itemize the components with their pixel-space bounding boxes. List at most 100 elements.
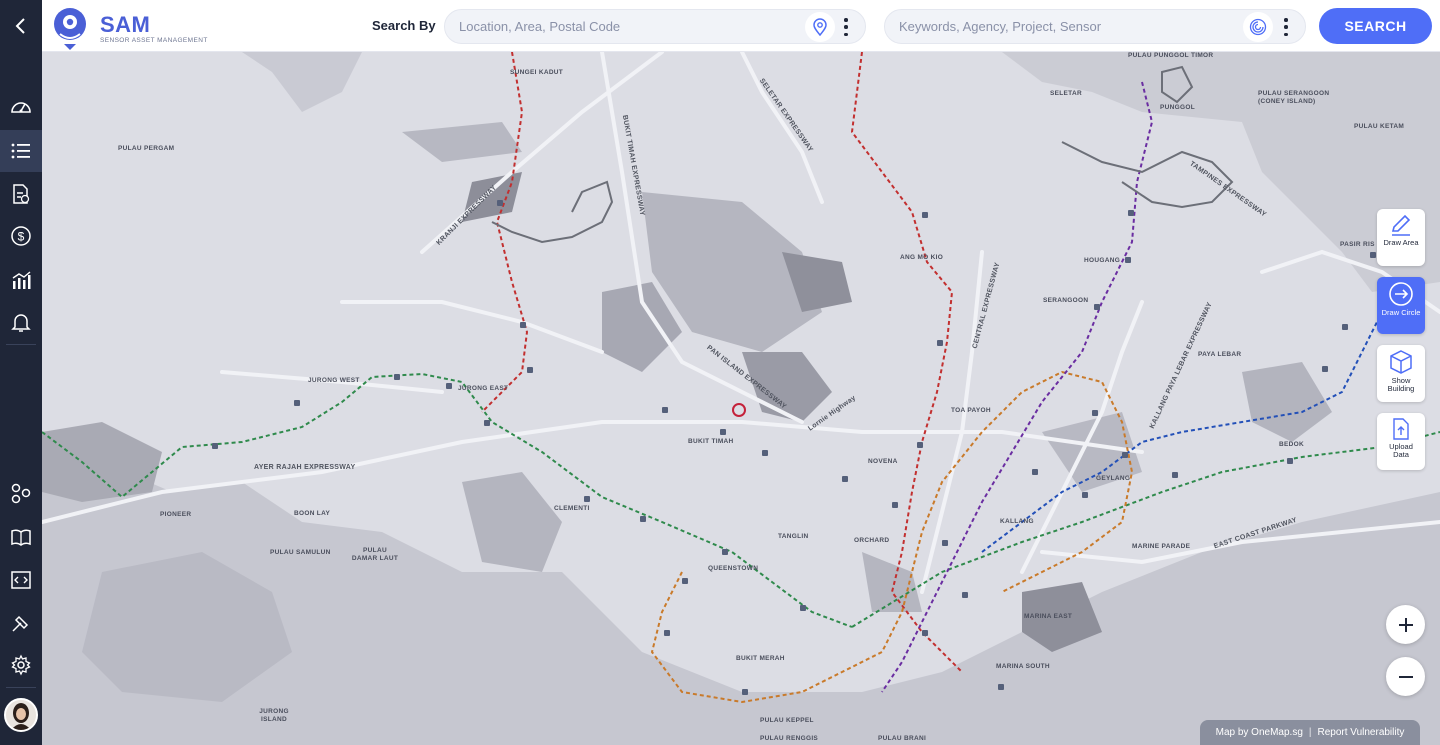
logo-subtitle: SENSOR ASSET MANAGEMENT xyxy=(100,37,208,44)
zoom-in-button[interactable] xyxy=(1386,605,1425,644)
location-pin-button[interactable] xyxy=(805,12,835,42)
chevron-left-icon xyxy=(15,18,25,34)
app-logo[interactable]: SAM SENSOR ASSET MANAGEMENT xyxy=(52,6,242,50)
sensor-filter-button[interactable] xyxy=(1243,12,1273,42)
map-label: PASIR RIS xyxy=(1340,241,1375,248)
map-label: MARINA EAST xyxy=(1024,613,1073,620)
keyword-more-button[interactable] xyxy=(1281,18,1291,36)
sidebar-item-list[interactable] xyxy=(0,130,42,172)
keyword-search-input[interactable] xyxy=(899,10,1239,43)
map-label: PULAU PUNGGOL TIMOR xyxy=(1128,52,1214,59)
sidebar-item-settings[interactable] xyxy=(0,644,42,686)
upload-data-label: Upload Data xyxy=(1389,442,1413,459)
circle-arrow-icon xyxy=(1389,282,1413,306)
map-canvas[interactable]: SUNGEI KADUT PULAU PERGAM KRANJI EXPRESS… xyxy=(42,52,1440,745)
upload-data-button[interactable]: Upload Data xyxy=(1377,413,1425,470)
map-label: BUKIT MERAH xyxy=(736,655,785,662)
map-label: NOVENA xyxy=(868,458,898,465)
book-icon xyxy=(11,529,31,546)
map-label: PULAU BRANI xyxy=(878,735,927,742)
sidebar-item-analytics[interactable] xyxy=(0,259,42,301)
user-avatar[interactable] xyxy=(4,698,38,732)
draw-circle-button[interactable]: Draw Circle xyxy=(1377,277,1425,334)
map-label: PULAU KEPPEL xyxy=(760,717,814,724)
bell-icon xyxy=(11,314,31,332)
map-label: CLEMENTI xyxy=(554,505,590,512)
top-header: SAM SENSOR ASSET MANAGEMENT Search By SE… xyxy=(42,0,1440,52)
location-search-input[interactable] xyxy=(459,10,799,43)
cube-icon xyxy=(1390,350,1412,374)
map-base-layer xyxy=(42,52,1440,745)
integrations-icon xyxy=(11,483,31,504)
back-button[interactable] xyxy=(0,0,42,52)
map-label: PULAU SAMULUN xyxy=(270,549,331,556)
map-label: KALLANG xyxy=(1000,518,1034,525)
sidebar-item-integrations[interactable] xyxy=(0,472,42,514)
sidebar-item-docs[interactable] xyxy=(0,516,42,558)
map-label: PIONEER xyxy=(160,511,192,518)
draw-area-label: Draw Area xyxy=(1383,238,1419,247)
location-search-field xyxy=(444,9,866,44)
attribution-separator: | xyxy=(1308,727,1312,738)
sidebar: $ xyxy=(0,0,42,745)
map-label: PULAU KETAM xyxy=(1354,123,1405,130)
analytics-icon xyxy=(12,271,31,289)
map-label: BOON LAY xyxy=(294,510,331,517)
map-label: PULAU SERANGOON (CONEY ISLAND) xyxy=(1258,90,1330,105)
sam-logo-icon xyxy=(54,8,86,50)
sidebar-item-dashboard[interactable] xyxy=(0,86,42,128)
dashboard-icon xyxy=(11,102,31,113)
map-label: TANGLIN xyxy=(778,533,809,540)
sidebar-item-notifications[interactable] xyxy=(0,301,42,343)
sidebar-divider xyxy=(6,687,36,688)
location-pin-icon xyxy=(813,18,827,36)
plus-icon xyxy=(1398,617,1413,632)
map-label: AYER RAJAH EXPRESSWAY xyxy=(254,464,356,471)
search-button[interactable]: SEARCH xyxy=(1319,8,1432,44)
settings-icon xyxy=(11,654,31,676)
map-label: PULAU DAMAR LAUT xyxy=(351,547,399,562)
map-label: PUNGGOL xyxy=(1160,104,1195,111)
attribution-provider[interactable]: Map by OneMap.sg xyxy=(1216,727,1303,738)
logo-title: SAM xyxy=(100,12,151,37)
file-upload-icon xyxy=(1393,418,1409,440)
svg-text:$: $ xyxy=(18,230,25,244)
map-label: GEYLANG xyxy=(1096,475,1131,482)
map-label: JURONG WEST xyxy=(308,377,360,384)
map-label: BEDOK xyxy=(1279,441,1304,448)
sensor-icon xyxy=(1249,18,1267,36)
map-label: PULAU RENGGIS xyxy=(760,735,819,742)
show-building-button[interactable]: Show Building xyxy=(1377,345,1425,402)
sidebar-item-billing[interactable]: $ xyxy=(0,215,42,257)
pencil-icon xyxy=(1391,214,1411,236)
code-editor-icon xyxy=(11,571,31,589)
map-label: JURONG EAST xyxy=(458,385,509,392)
map-label: PULAU PERGAM xyxy=(118,145,175,152)
sidebar-item-documents[interactable] xyxy=(0,173,42,215)
location-more-button[interactable] xyxy=(841,18,851,36)
map-label: HOUGANG xyxy=(1084,257,1121,264)
map-label: MARINA SOUTH xyxy=(996,663,1050,670)
map-label: SELETAR xyxy=(1050,90,1082,97)
map-label: SUNGEI KADUT xyxy=(510,69,564,76)
report-vulnerability-link[interactable]: Report Vulnerability xyxy=(1317,727,1404,738)
map-attribution: Map by OneMap.sg | Report Vulnerability xyxy=(1200,720,1420,745)
map-label: SERANGOON xyxy=(1043,297,1089,304)
sidebar-divider xyxy=(6,344,36,345)
app-root: $ SAM SENSOR ASSET MANAGEMENT Search By … xyxy=(0,0,1440,745)
draw-circle-label: Draw Circle xyxy=(1381,308,1421,317)
keyword-search-field xyxy=(884,9,1306,44)
document-upload-icon xyxy=(13,184,30,204)
search-by-label: Search By xyxy=(372,18,436,33)
zoom-out-button[interactable] xyxy=(1386,657,1425,696)
draw-area-button[interactable]: Draw Area xyxy=(1377,209,1425,266)
map-label: ANG MO KIO xyxy=(900,254,944,261)
map-label: MARINE PARADE xyxy=(1132,543,1191,550)
map-label: BUKIT TIMAH xyxy=(688,438,734,445)
sidebar-item-tools[interactable] xyxy=(0,602,42,644)
avatar-icon xyxy=(6,700,36,730)
map-label: ORCHARD xyxy=(854,537,890,544)
sidebar-item-code[interactable] xyxy=(0,559,42,601)
dollar-icon: $ xyxy=(11,226,31,246)
map-label: TOA PAYOH xyxy=(951,407,991,414)
